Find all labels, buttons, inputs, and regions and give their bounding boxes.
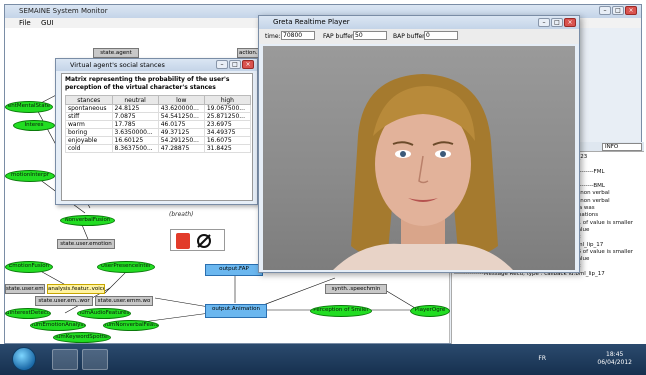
table-cell: 8.3637500... <box>111 144 159 153</box>
stances-window-controls: – □ × <box>215 60 254 69</box>
table-cell: 47.28875 <box>157 144 205 153</box>
close-button[interactable]: × <box>564 18 576 27</box>
close-button[interactable]: × <box>625 6 637 15</box>
clock-date: 06/04/2012 <box>597 359 632 366</box>
node-tum-nonverbal[interactable]: TumNonverbalFeatu <box>103 320 159 331</box>
bap-buffer-label: BAP buffer: <box>393 33 427 40</box>
table-cell: 16.6075 <box>203 136 252 145</box>
language-indicator[interactable]: FR <box>538 355 546 362</box>
node-user-presence[interactable]: UserPresenceInter <box>97 261 155 273</box>
time-field[interactable]: 70800 <box>281 31 315 40</box>
node-emotion-interpreter[interactable]: motionInterpr <box>5 170 55 182</box>
node-tum-audio-features[interactable]: TumAudioFeatures <box>77 308 131 319</box>
table-row[interactable]: enjoyable 16.60125 54.291250... 16.6075 <box>65 136 252 145</box>
node-interest[interactable]: Interes <box>13 120 55 131</box>
table-cell: 19.067500... <box>203 104 252 113</box>
node-nonverbal-fusion[interactable]: NonverbalFusion <box>60 215 115 226</box>
col-header[interactable]: high <box>203 95 252 105</box>
table-cell: cold <box>65 144 113 153</box>
fap-buffer-label: FAP buffer: <box>323 33 356 40</box>
close-button[interactable]: × <box>242 60 254 69</box>
table-cell: stiff <box>65 112 113 121</box>
table-cell: 54.541250... <box>157 112 205 121</box>
node-perception-smiler[interactable]: Perception of Smiler <box>310 305 372 317</box>
node-emotion-fusion[interactable]: EmotionFusion <box>5 261 53 273</box>
table-cell: 17.785 <box>111 120 159 129</box>
table-cell: 23.6975 <box>203 120 252 129</box>
node-state-user-emm[interactable]: state.user.emm.v <box>5 284 45 294</box>
greta-window-controls: – □ × <box>537 18 576 27</box>
table-row[interactable]: spontaneous 24.8125 43.620000... 19.0675… <box>65 104 252 113</box>
clock[interactable]: 18:45 06/04/2012 <box>597 351 632 367</box>
table-cell: 25.871250... <box>203 112 252 121</box>
menu-gui[interactable]: GUI <box>41 19 54 27</box>
node-tum-emotion-analysis[interactable]: TumEmotionAnalysis <box>30 320 86 331</box>
table-cell: 49.37125 <box>157 128 205 137</box>
stances-table: stances neutral low high spontaneous 24.… <box>65 95 252 153</box>
node-state-user-em-wor[interactable]: state.user.em..wor <box>35 296 93 306</box>
minimize-button[interactable]: – <box>538 18 550 27</box>
clock-time: 18:45 <box>606 351 624 358</box>
col-header[interactable]: neutral <box>111 95 159 105</box>
table-cell: 54.291250... <box>157 136 205 145</box>
menu-file[interactable]: File <box>19 19 31 27</box>
node-output-fap[interactable]: output.FAP <box>205 264 263 276</box>
table-cell: 43.620000... <box>157 104 205 113</box>
table-row[interactable]: cold 8.3637500... 47.28875 31.8425 <box>65 144 252 153</box>
taskbar-app-console[interactable] <box>82 349 108 370</box>
no-speech-icon <box>197 234 211 248</box>
table-row[interactable]: boring 3.6350000... 49.37125 34.49375 <box>65 128 252 137</box>
start-button[interactable] <box>12 347 36 371</box>
time-label: time: <box>265 33 281 40</box>
table-row[interactable]: warm 17.785 46.0175 23.6975 <box>65 120 252 129</box>
node-tum-keyword-spotter[interactable]: TumKeywordSpotter <box>53 332 111 343</box>
stances-caption: Matrix representing the probability of t… <box>65 76 230 91</box>
table-cell: warm <box>65 120 113 129</box>
table-row[interactable]: stiff 7.0875 54.541250... 25.871250... <box>65 112 252 121</box>
virtual-agent-avatar <box>333 74 513 270</box>
table-cell: spontaneous <box>65 104 113 113</box>
table-cell: 7.0875 <box>111 112 159 121</box>
node-synth-speech[interactable]: synth..speechmin <box>325 284 387 294</box>
greta-window-title: Greta Realtime Player <box>259 16 579 29</box>
node-interest-detector[interactable]: uInterestDetector <box>5 308 51 319</box>
maximize-button[interactable]: □ <box>612 6 624 15</box>
table-cell: 3.6350000... <box>111 128 159 137</box>
social-stances-window: Virtual agent's social stances – □ × Matri… <box>55 58 258 205</box>
fap-buffer-field[interactable]: 50 <box>353 31 387 40</box>
table-cell: 34.49375 <box>203 128 252 137</box>
node-current-mental-state[interactable]: entMentalState <box>5 101 53 113</box>
greta-player-window: Greta Realtime Player – □ × time: 70800 FA… <box>258 15 580 273</box>
main-window-controls: – □ × <box>598 6 637 15</box>
table-cell: enjoyable <box>65 136 113 145</box>
table-cell: 46.0175 <box>157 120 205 129</box>
mute-widget[interactable] <box>170 229 225 251</box>
table-cell: 16.60125 <box>111 136 159 145</box>
table-cell: boring <box>65 128 113 137</box>
breath-label: (breath) <box>169 211 194 218</box>
col-header[interactable]: stances <box>65 95 113 105</box>
avatar-viewport[interactable] <box>263 46 575 270</box>
node-state-user-emm-wo[interactable]: state.user.emm.wo <box>95 296 153 306</box>
log-level-select[interactable]: INFO <box>602 143 642 151</box>
minimize-button[interactable]: – <box>599 6 611 15</box>
mute-icon <box>176 233 190 249</box>
bap-buffer-field[interactable]: 0 <box>424 31 458 40</box>
table-cell: 31.8425 <box>203 144 252 153</box>
greta-toolbar: time: 70800 FAP buffer: 50 BAP buffer: 0 <box>259 29 579 44</box>
minimize-button[interactable]: – <box>216 60 228 69</box>
node-output-animation[interactable]: output.Animation <box>205 304 267 318</box>
taskbar: FR 18:45 06/04/2012 <box>0 344 646 375</box>
table-cell: 24.8125 <box>111 104 159 113</box>
node-analysis-voice[interactable]: analysis.featur..voice <box>47 284 105 294</box>
stances-panel: Matrix representing the probability of t… <box>61 73 253 201</box>
taskbar-app-monitor[interactable] <box>52 349 78 370</box>
node-player-ogre[interactable]: PlayerOgre <box>410 305 450 317</box>
maximize-button[interactable]: □ <box>229 60 241 69</box>
maximize-button[interactable]: □ <box>551 18 563 27</box>
node-state-user-emotion[interactable]: state.user.emotion <box>57 239 115 249</box>
node-state-agent[interactable]: state.agent <box>93 48 139 58</box>
col-header[interactable]: low <box>157 95 205 105</box>
